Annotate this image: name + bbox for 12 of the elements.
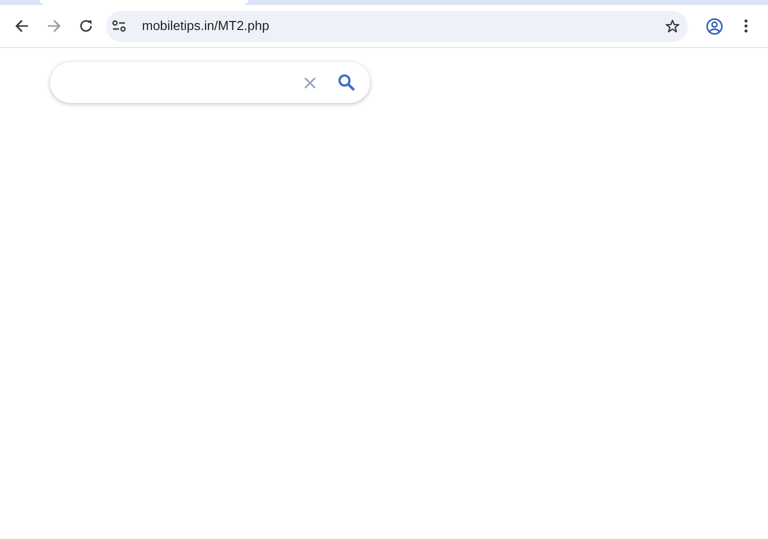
address-bar[interactable]: mobiletips.in/MT2.php xyxy=(106,10,688,42)
menu-icon xyxy=(744,19,748,33)
back-icon xyxy=(15,19,29,33)
profile-icon xyxy=(706,18,722,34)
site-settings-icon xyxy=(112,20,126,32)
search-icon xyxy=(338,74,354,91)
reload-icon xyxy=(79,19,93,33)
url-text: mobiletips.in/MT2.php xyxy=(142,17,270,36)
forward-icon xyxy=(47,19,61,33)
close-icon xyxy=(304,76,316,88)
bookmark-star-icon[interactable] xyxy=(665,18,680,34)
search-field[interactable] xyxy=(50,62,370,103)
